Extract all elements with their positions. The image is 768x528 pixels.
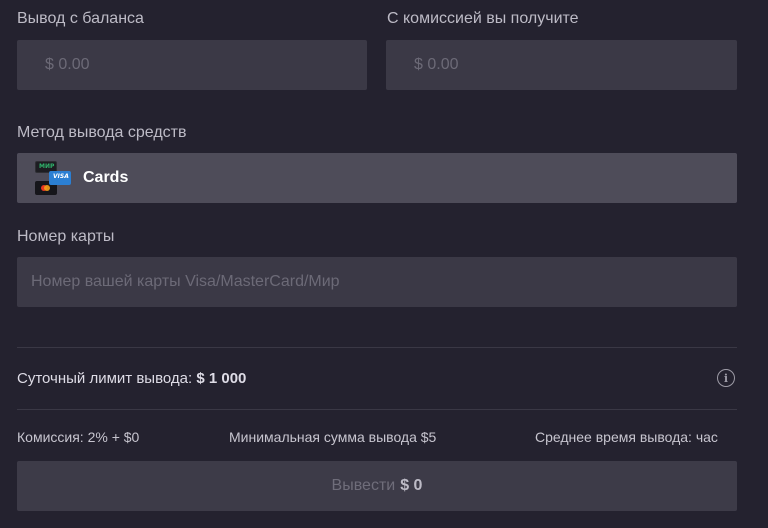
daily-limit: Суточный лимит вывода: $ 1 000 bbox=[17, 370, 246, 387]
commission-text: Комиссия: 2% + $0 bbox=[17, 429, 140, 445]
mir-logo-text: МИР bbox=[39, 163, 55, 170]
withdraw-form: Вывод с баланса С комиссией вы получите … bbox=[0, 0, 768, 528]
divider-top bbox=[17, 347, 737, 348]
withdraw-amount-label: Вывод с баланса bbox=[17, 10, 144, 27]
receive-amount-field[interactable] bbox=[386, 40, 737, 90]
method-option-label: Cards bbox=[83, 169, 129, 186]
daily-limit-label: Суточный лимит вывода: bbox=[17, 370, 193, 387]
visa-card-icon: VISA bbox=[49, 171, 71, 185]
daily-limit-value: $ 1 000 bbox=[196, 370, 247, 387]
card-number-field[interactable] bbox=[17, 257, 737, 307]
divider-bottom bbox=[17, 409, 737, 410]
visa-logo-text: VISA bbox=[53, 173, 69, 180]
cards-icon: МИР VISA bbox=[35, 159, 73, 197]
receive-amount-label: С комиссией вы получите bbox=[387, 10, 579, 27]
min-amount-text: Минимальная сумма вывода $5 bbox=[229, 429, 437, 445]
withdraw-button-label: Вывести bbox=[331, 477, 396, 494]
info-icon[interactable]: i bbox=[717, 369, 735, 387]
method-option-cards[interactable]: МИР VISA Cards bbox=[17, 153, 737, 203]
card-number-label: Номер карты bbox=[17, 228, 115, 245]
withdraw-method-label: Метод вывода средств bbox=[17, 124, 187, 141]
withdraw-amount-field[interactable] bbox=[17, 40, 367, 90]
withdraw-button-amount: $ 0 bbox=[400, 477, 423, 494]
card-number-input[interactable] bbox=[31, 257, 737, 307]
receive-amount-input[interactable] bbox=[414, 40, 737, 90]
avg-time-text: Среднее время вывода: час bbox=[535, 429, 718, 445]
withdraw-button[interactable]: Вывести $ 0 bbox=[17, 461, 737, 511]
withdraw-amount-input[interactable] bbox=[45, 40, 367, 90]
